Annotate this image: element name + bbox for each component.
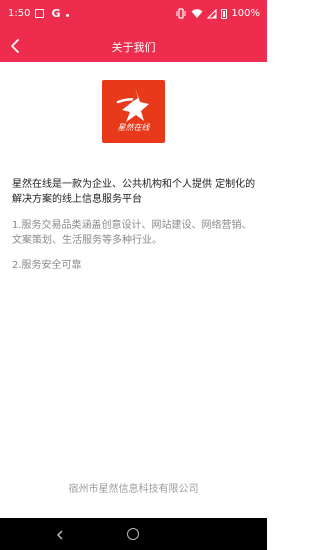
photo-notification-icon [35, 8, 46, 19]
app-bar: 关于我们 [0, 30, 267, 62]
status-bar: 1:50 G 100% [0, 0, 267, 30]
battery-percent: 100% [231, 8, 260, 19]
star-logo-icon [116, 90, 149, 122]
system-nav-bar [0, 518, 267, 550]
status-left: 1:50 G [8, 8, 69, 19]
vibrate-icon [176, 8, 186, 19]
more-notifications-icon [65, 14, 69, 17]
company-name: 宿州市星然信息科技有限公司 [68, 484, 199, 495]
page-title: 关于我们 [111, 41, 156, 54]
wifi-icon [191, 8, 203, 18]
status-time: 1:50 [8, 8, 31, 19]
nav-back-icon [56, 530, 63, 540]
app-logo: 星然在线 [102, 80, 165, 143]
nav-back-button[interactable] [53, 527, 67, 541]
battery-icon [221, 8, 228, 19]
signal-icon [207, 8, 217, 18]
logo-text: 星然在线 [117, 123, 150, 132]
feature-item-2: 2.服务安全可靠 [12, 260, 82, 271]
status-right: 100% [175, 8, 260, 19]
feature-item-1: 1.服务交易品类涵盖创意设计、网站建设、网络营销、文案策划、生活服务等多种行业。 [12, 220, 252, 246]
google-notification-icon: G [51, 7, 61, 20]
nav-home-button[interactable] [127, 528, 139, 540]
intro-text: 星然在线是一款为企业、公共机构和个人提供 定制化的解决方案的线上信息服务平台 [12, 179, 256, 205]
